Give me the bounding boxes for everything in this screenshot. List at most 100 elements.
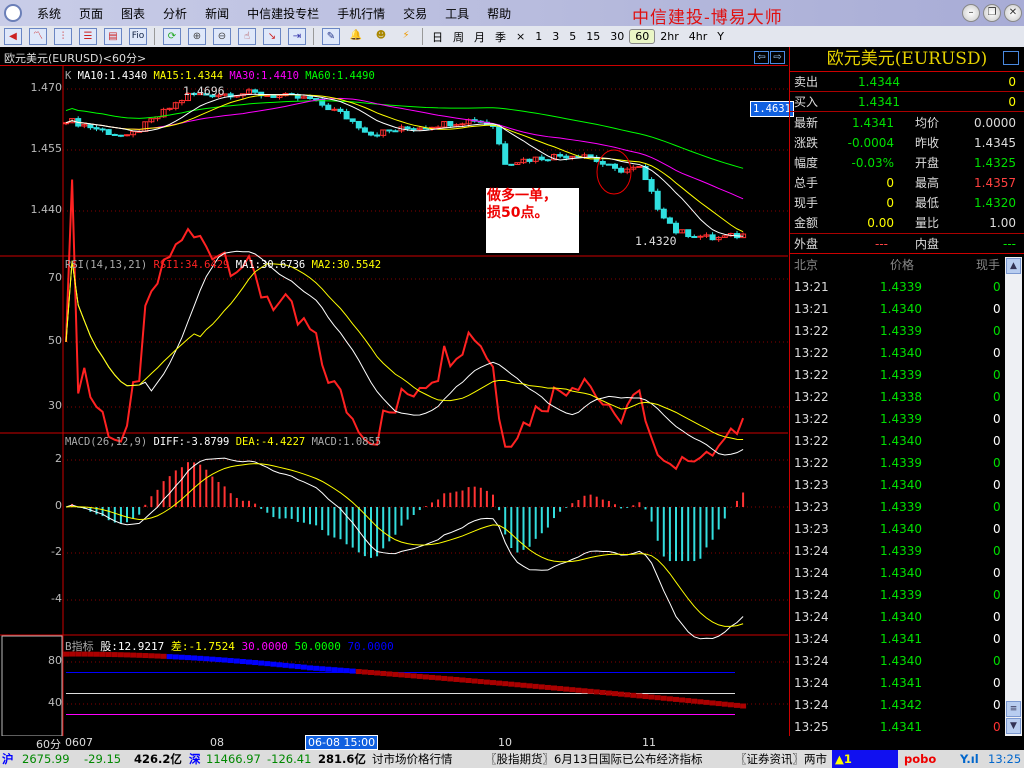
line-chart-icon[interactable]: 〽	[29, 28, 47, 45]
menu-item[interactable]: 分析	[154, 5, 196, 22]
tick-volume: 0	[993, 390, 1001, 404]
ma30-value: MA30:1.4410	[229, 70, 299, 82]
tick-row: 13:24 1.4341 0	[790, 628, 1024, 650]
users-icon[interactable]: ☻	[372, 28, 390, 45]
quote-row: 最新 1.4341 均价 0.0000	[790, 113, 1024, 133]
zoom-in-icon[interactable]: ⊕	[188, 28, 206, 45]
news-ticker[interactable]: 〖证券资讯〗两市	[735, 750, 827, 768]
period-button[interactable]: 60	[629, 29, 656, 44]
candlestick-icon[interactable]: ⫶	[54, 28, 72, 45]
close-button[interactable]: ✕	[1004, 4, 1022, 22]
buy-row: 买入 1.4341 0	[790, 92, 1024, 112]
period-button[interactable]: 周	[448, 29, 469, 45]
tick-time: 13:25	[794, 720, 829, 734]
quote-value: 1.00	[989, 216, 1016, 230]
period-button[interactable]: 15	[581, 30, 605, 43]
high-price-label: 1.4696	[183, 84, 225, 98]
y-tick-label: 40	[48, 696, 62, 709]
quote-value: 1.4320	[974, 196, 1016, 210]
x-tick-label: 10	[498, 736, 512, 749]
macd-value: MACD:1.0855	[311, 436, 382, 448]
candle-body	[355, 120, 362, 129]
scroll-left-button[interactable]: ⇦	[754, 51, 769, 64]
period-button[interactable]: 4hr	[684, 30, 713, 43]
period-button[interactable]: ×	[511, 30, 530, 43]
fio-icon[interactable]: Fio	[129, 28, 147, 45]
quote-row: 幅度 -0.03% 开盘 1.4325	[790, 153, 1024, 173]
tick-price: 1.4341	[880, 720, 922, 734]
tick-row: 13:24 1.4341 0	[790, 672, 1024, 694]
tick-row: 13:24 1.4340 0	[790, 562, 1024, 584]
period-button[interactable]: 30	[605, 30, 629, 43]
y-tick-label: 1.440	[30, 203, 63, 216]
cursor-time-label: 06-08 15:00	[305, 735, 379, 750]
b-legend: B指标 股:12.9217 差:-1.7524 30.0000 50.0000 …	[65, 638, 394, 654]
tick-time: 13:24	[794, 544, 829, 558]
tick-volume: 0	[993, 434, 1001, 448]
tick-row: 13:24 1.4340 0	[790, 650, 1024, 672]
quote-row: 涨跌 -0.0004 昨收 1.4345	[790, 133, 1024, 153]
tick-row: 13:25 1.4341 0	[790, 716, 1024, 738]
menu-item[interactable]: 中信建投专栏	[238, 5, 328, 22]
scroll-down-icon[interactable]: ▼	[1006, 718, 1021, 734]
annotation-note[interactable]: 做多一单， 损50点。	[486, 188, 579, 253]
candle-body	[599, 160, 606, 165]
period-button[interactable]: 3	[547, 30, 564, 43]
menu-item[interactable]: 交易	[394, 5, 436, 22]
quote-value: 0.0000	[974, 116, 1016, 130]
news-ticker[interactable]: 〖股指期货〗6月13日国际已公布经济指标	[485, 750, 702, 768]
draw-pen-icon[interactable]: ✎	[322, 28, 340, 45]
import-icon[interactable]: ⇥	[288, 28, 306, 45]
menu-item[interactable]: 帮助	[478, 5, 520, 22]
report-icon[interactable]: ▤	[104, 28, 122, 45]
export-icon[interactable]: ↘	[263, 28, 281, 45]
menu-item[interactable]: 系统	[28, 5, 70, 22]
period-button[interactable]: 季	[490, 29, 511, 45]
period-button[interactable]: 月	[469, 29, 490, 45]
lightning-icon[interactable]: ⚡	[397, 28, 415, 45]
tick-scrollbar[interactable]: ▲ ≡ ▼	[1005, 257, 1022, 736]
menu-item[interactable]: 手机行情	[328, 5, 394, 22]
menu-bar: 系统 页面 图表 分析 新闻 中信建投专栏 手机行情 交易 工具 帮助	[0, 0, 1024, 26]
tick-row: 13:22 1.4339 0	[790, 320, 1024, 342]
menu-item[interactable]: 工具	[436, 5, 478, 22]
quote-label: 开盘	[915, 156, 940, 170]
restore-button[interactable]: ❐	[983, 4, 1001, 22]
candle-body	[544, 159, 551, 162]
scroll-thumb[interactable]: ≡	[1006, 701, 1021, 717]
candle-body	[410, 128, 417, 131]
quote-value: -0.0004	[847, 136, 894, 150]
tick-list: 13:21 1.4339 0 13:21 1.4340 0 13:22 1.4339…	[790, 276, 1024, 738]
tick-time: 13:23	[794, 478, 829, 492]
minimize-button[interactable]: –	[962, 4, 980, 22]
period-button[interactable]: Y	[712, 30, 729, 43]
menu-item[interactable]: 页面	[70, 5, 112, 22]
period-button[interactable]: 2hr	[655, 30, 684, 43]
zoom-out-icon[interactable]: ⊖	[213, 28, 231, 45]
scroll-right-button[interactable]: ⇨	[770, 51, 785, 64]
quote-title-text: 欧元美元(EURUSD)	[826, 49, 988, 69]
app-logo-icon[interactable]	[4, 4, 22, 22]
tick-volume: 0	[993, 412, 1001, 426]
back-icon[interactable]: ◀	[4, 28, 22, 45]
tick-row: 13:24 1.4340 0	[790, 606, 1024, 628]
chart-canvas[interactable]	[0, 66, 788, 736]
alert-indicator[interactable]: ▲1	[832, 750, 898, 768]
alarm-bell-icon[interactable]: 🔔	[347, 28, 365, 45]
refresh-icon[interactable]: ⟳	[163, 28, 181, 45]
hand-select-icon[interactable]: ☝	[238, 28, 256, 45]
tick-time: 13:22	[794, 412, 829, 426]
period-button[interactable]: 5	[564, 30, 581, 43]
tick-time: 13:24	[794, 610, 829, 624]
quote-list-icon[interactable]: ☰	[79, 28, 97, 45]
maximize-panel-button[interactable]	[1003, 51, 1019, 65]
menu-item[interactable]: 图表	[112, 5, 154, 22]
period-button[interactable]: 1	[530, 30, 547, 43]
period-button[interactable]: 日	[427, 29, 448, 45]
scroll-up-icon[interactable]: ▲	[1006, 258, 1021, 274]
tick-row: 13:22 1.4339 0	[790, 364, 1024, 386]
tick-price: 1.4340	[880, 434, 922, 448]
menu-item[interactable]: 新闻	[196, 5, 238, 22]
news-ticker[interactable]: 讨市场价格行情	[372, 750, 453, 768]
rsi-ma2-value: MA2:30.5542	[311, 259, 382, 271]
